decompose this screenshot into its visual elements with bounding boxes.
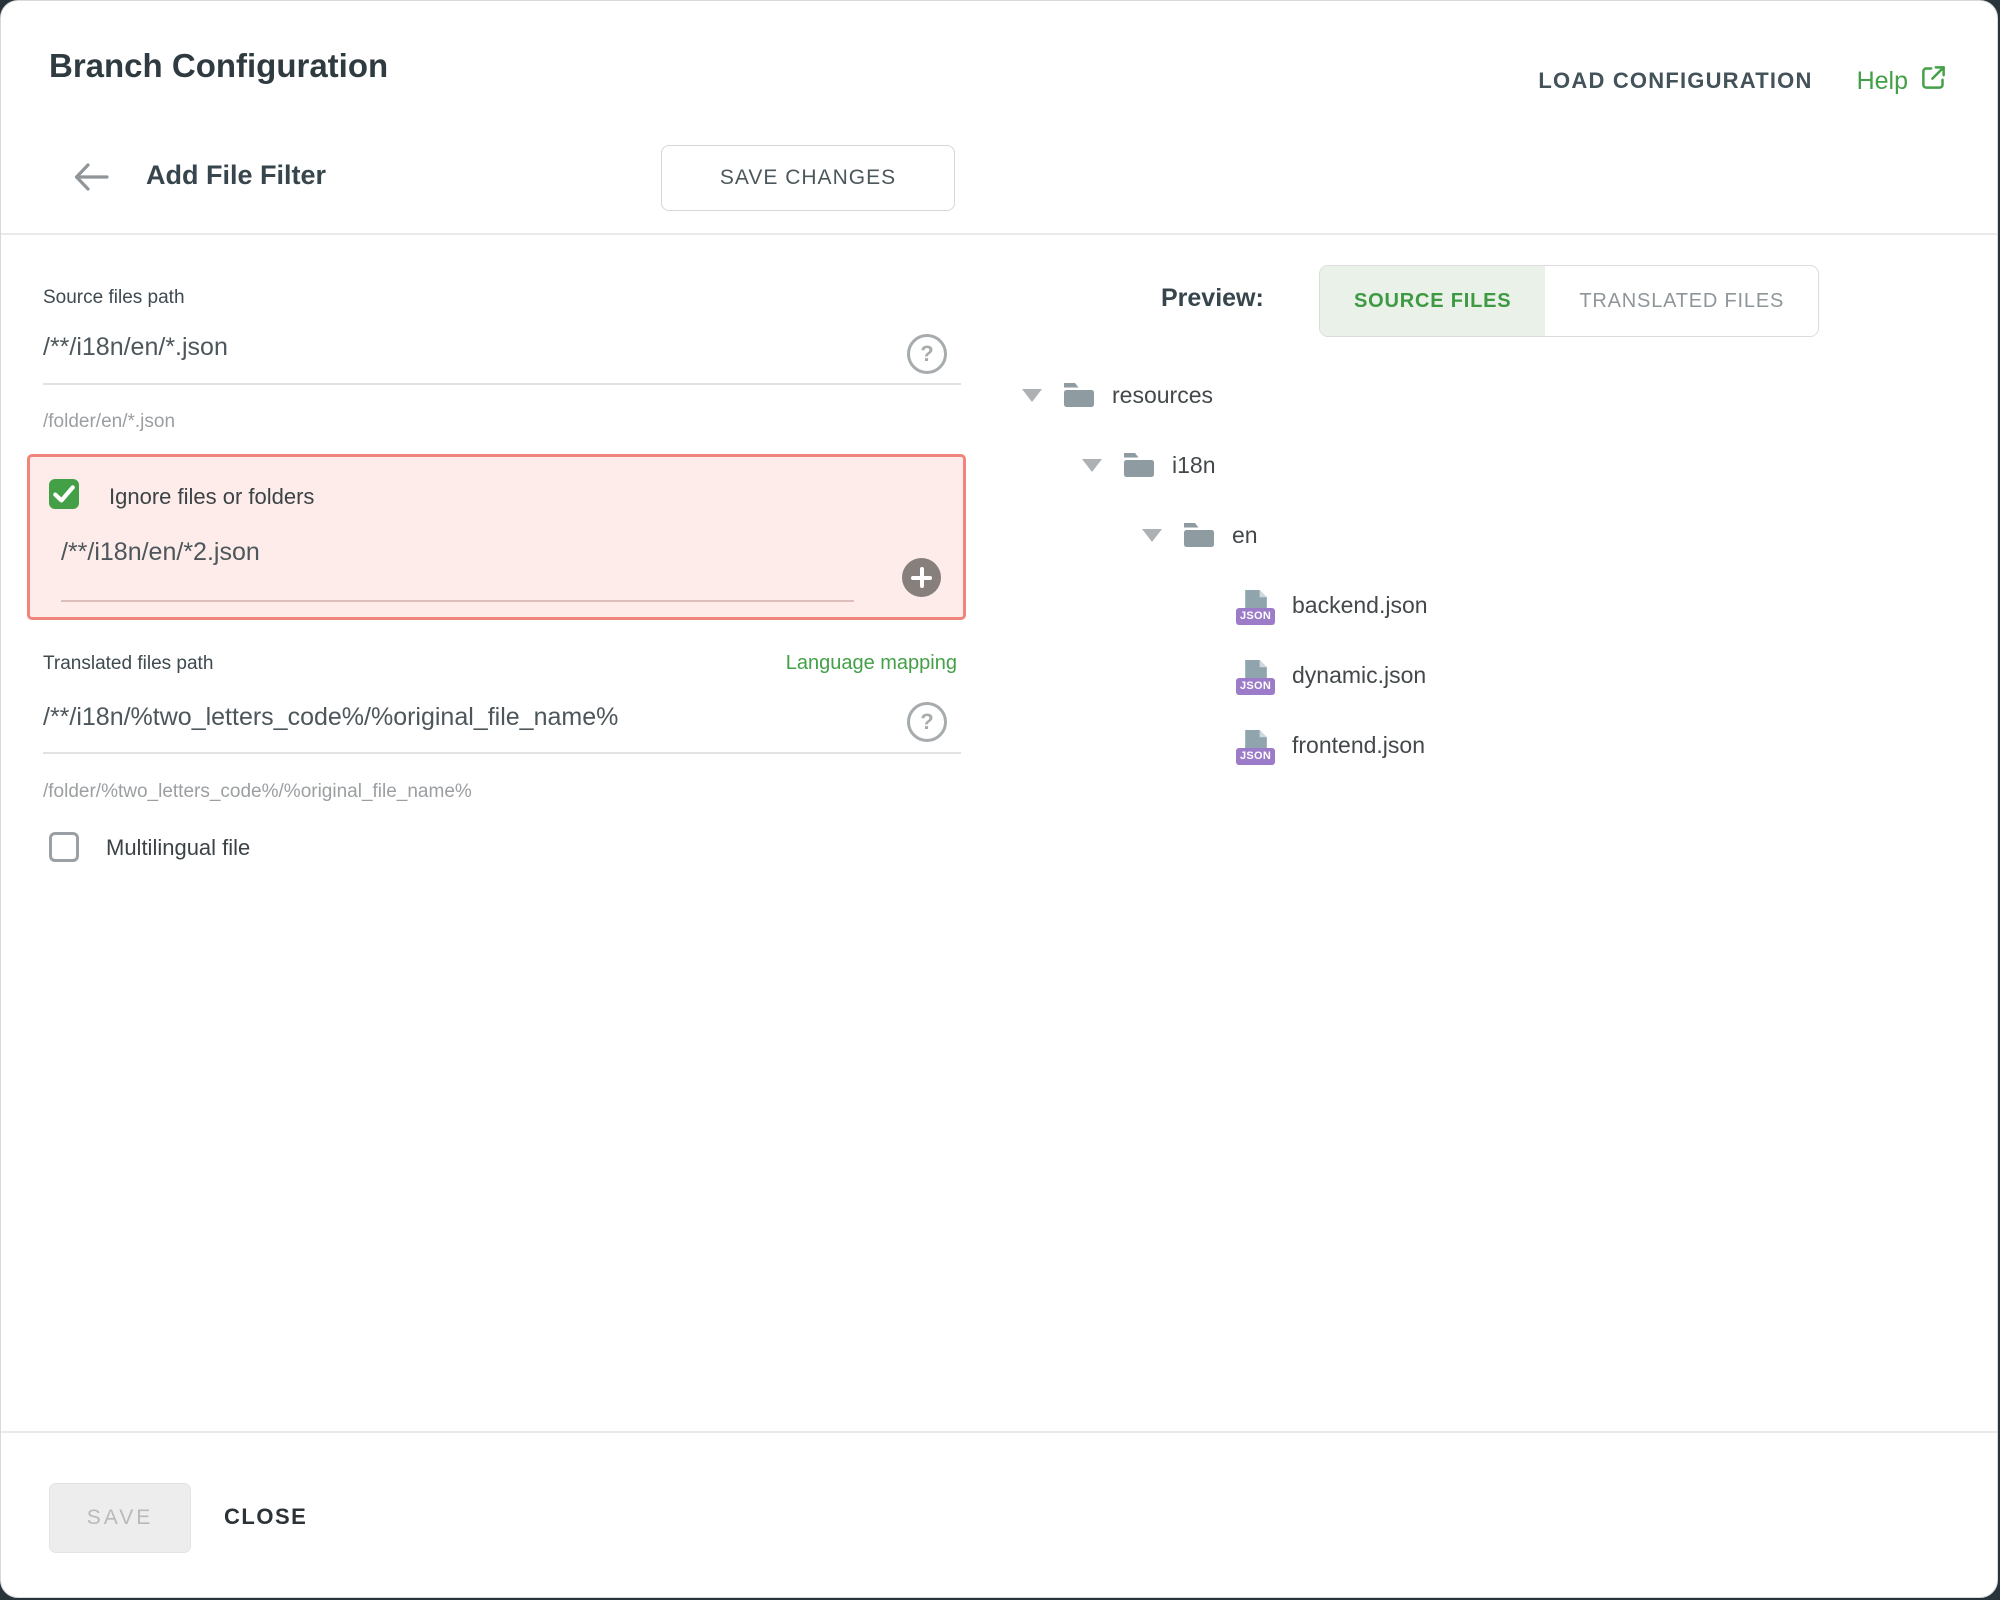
ignore-files-label: Ignore files or folders <box>109 484 314 510</box>
source-files-path-input[interactable]: /**/i18n/en/*.json <box>43 333 228 362</box>
input-underline <box>43 752 961 754</box>
header-actions: LOAD CONFIGURATION Help <box>1538 59 1947 103</box>
close-button[interactable]: CLOSE <box>224 1483 307 1551</box>
chevron-down-icon[interactable] <box>1082 459 1102 472</box>
tree-row[interactable]: en <box>1001 500 1941 570</box>
translated-files-path-input[interactable]: /**/i18n/%two_letters_code%/%original_fi… <box>43 703 618 732</box>
tree-item-label: dynamic.json <box>1292 662 1426 689</box>
multilingual-file-label: Multilingual file <box>106 835 250 861</box>
multilingual-file-checkbox[interactable] <box>49 832 79 862</box>
language-mapping-link[interactable]: Language mapping <box>786 652 957 675</box>
file-badge: JSON <box>1236 608 1275 625</box>
header-divider <box>1 233 1997 235</box>
json-file-icon: JSON <box>1242 729 1269 762</box>
file-badge: JSON <box>1236 748 1275 765</box>
folder-icon <box>1122 451 1156 479</box>
section-title: Add File Filter <box>146 160 326 191</box>
input-underline <box>61 600 854 602</box>
translated-files-path-helper: /folder/%two_letters_code%/%original_fil… <box>43 781 472 803</box>
tab-source-files[interactable]: SOURCE FILES <box>1320 266 1545 336</box>
save-button[interactable]: SAVE <box>49 1483 191 1553</box>
page-title: Branch Configuration <box>49 47 388 85</box>
preview-toggle-group: SOURCE FILES TRANSLATED FILES <box>1319 265 1819 337</box>
add-pattern-button[interactable] <box>902 558 941 597</box>
question-mark-icon[interactable]: ? <box>907 334 947 374</box>
save-changes-button[interactable]: SAVE CHANGES <box>661 145 955 211</box>
input-underline <box>43 383 961 385</box>
preview-label: Preview: <box>1161 284 1264 313</box>
load-configuration-button[interactable]: LOAD CONFIGURATION <box>1538 68 1812 94</box>
chevron-down-icon[interactable] <box>1142 529 1162 542</box>
tree-item-label: frontend.json <box>1292 732 1425 759</box>
chevron-down-icon[interactable] <box>1022 389 1042 402</box>
source-files-path-label: Source files path <box>43 287 185 309</box>
json-file-icon: JSON <box>1242 589 1269 622</box>
ignore-pattern-input[interactable]: /**/i18n/en/*2.json <box>61 538 260 567</box>
footer-divider <box>1 1431 1997 1433</box>
json-file-icon: JSON <box>1242 659 1269 692</box>
tree-row[interactable]: JSON backend.json <box>1001 570 1941 640</box>
folder-icon <box>1062 381 1096 409</box>
folder-icon <box>1182 521 1216 549</box>
tree-item-label: resources <box>1112 382 1213 409</box>
ignore-filter-highlight-box: Ignore files or folders /**/i18n/en/*2.j… <box>27 454 966 620</box>
tree-row[interactable]: i18n <box>1001 430 1941 500</box>
external-link-icon <box>1920 64 1947 98</box>
help-link[interactable]: Help <box>1857 64 1947 98</box>
tree-row[interactable]: JSON dynamic.json <box>1001 640 1941 710</box>
ignore-files-checkbox[interactable] <box>49 479 79 509</box>
tree-item-label: i18n <box>1172 452 1215 479</box>
tree-item-label: en <box>1232 522 1258 549</box>
tree-row[interactable]: JSON frontend.json <box>1001 710 1941 780</box>
plus-icon <box>920 567 924 588</box>
back-arrow-icon[interactable] <box>69 157 113 197</box>
tree-row[interactable]: resources <box>1001 360 1941 430</box>
checkmark-icon <box>49 479 79 509</box>
tab-translated-files[interactable]: TRANSLATED FILES <box>1545 266 1818 336</box>
file-badge: JSON <box>1236 678 1275 695</box>
file-tree: resources i18n <box>1001 360 1941 780</box>
help-link-label: Help <box>1857 67 1908 96</box>
branch-configuration-dialog: Branch Configuration LOAD CONFIGURATION … <box>0 0 1998 1598</box>
source-files-path-helper: /folder/en/*.json <box>43 411 175 433</box>
question-mark-icon[interactable]: ? <box>907 702 947 742</box>
translated-files-path-label: Translated files path <box>43 653 213 675</box>
tree-item-label: backend.json <box>1292 592 1428 619</box>
